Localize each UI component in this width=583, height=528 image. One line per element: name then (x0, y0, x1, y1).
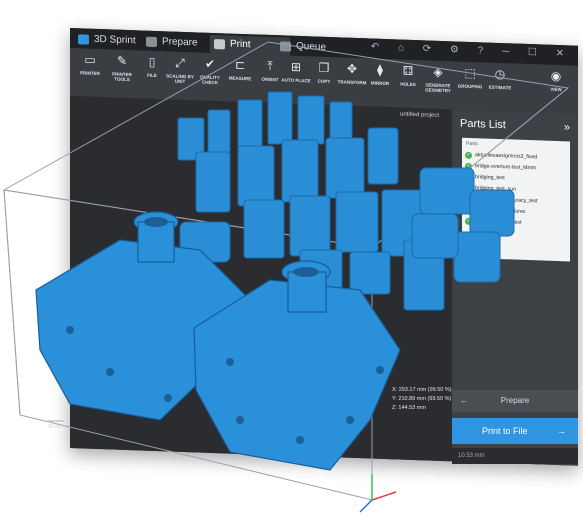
print-to-file-button[interactable]: Print to File → (452, 418, 578, 444)
dimension-z: Z: 144.53 mm (392, 405, 426, 411)
dimension-x: X: 293.17 mm (99.50 %) (392, 387, 452, 393)
dimensions-readout: X: 293.17 mm (99.50 %) Y: 210.89 mm (99.… (392, 386, 452, 413)
scale-bar (48, 420, 64, 422)
axis-triad (359, 474, 397, 513)
arrow-left-icon: ← (460, 396, 468, 405)
scale-indicator: 20 mm (48, 420, 64, 430)
part-housings[interactable] (35, 239, 401, 471)
prepare-button[interactable]: ← Prepare (452, 390, 578, 412)
dimension-y: Y: 210.89 mm (99.50 %) (392, 396, 452, 402)
status-bar: 10.53 mm (452, 448, 578, 464)
arrow-right-icon: → (557, 426, 566, 436)
